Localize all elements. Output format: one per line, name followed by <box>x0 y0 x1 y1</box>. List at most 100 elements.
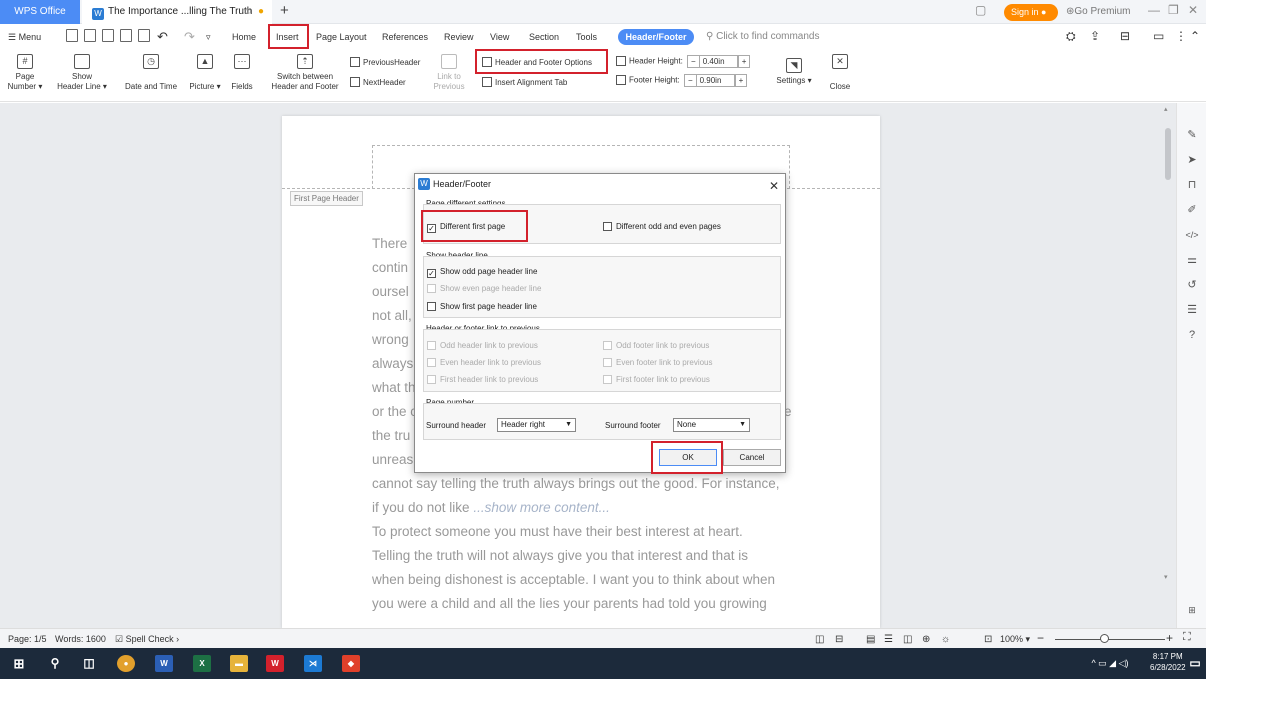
eye-protection-icon[interactable]: ☼ <box>941 634 950 645</box>
tab-section[interactable]: Section <box>529 32 559 42</box>
new-tab-button[interactable]: + <box>280 2 289 19</box>
notification-icon[interactable]: ▭ <box>1186 655 1204 672</box>
layout-icon[interactable]: ▢ <box>975 3 986 17</box>
odd-footer-link-checkbox[interactable]: Odd footer link to previous <box>603 341 709 350</box>
more-options-icon[interactable]: ⋮ <box>1175 29 1187 43</box>
first-footer-link-checkbox[interactable]: First footer link to previous <box>603 375 710 384</box>
tab-page-layout[interactable]: Page Layout <box>316 32 367 42</box>
dialog-close-icon[interactable]: ✕ <box>769 176 779 196</box>
globe-icon[interactable]: ⊕ <box>922 634 930 645</box>
page-view-icon[interactable]: ▤ <box>866 634 875 645</box>
read-mode-icon[interactable]: ◫ <box>903 634 912 645</box>
tab-home[interactable]: Home <box>232 32 256 42</box>
close-header-footer-button[interactable]: ✕ Close <box>826 54 854 92</box>
header-height-input[interactable]: 0.40in <box>699 55 738 68</box>
vertical-scrollbar[interactable]: ▴ ▾ <box>1162 103 1174 628</box>
date-and-time-button[interactable]: ◷ Date and Time <box>120 54 182 92</box>
sliders-icon[interactable]: ⚌ <box>1185 253 1199 267</box>
anydesk-icon[interactable]: ◆ <box>342 655 360 672</box>
save-icon[interactable] <box>84 29 96 42</box>
share-icon[interactable]: ⛭ <box>1066 29 1076 44</box>
task-view-icon[interactable]: ◫ <box>80 655 98 672</box>
windows-start-icon[interactable]: ⊞ <box>10 655 28 672</box>
restore-icon[interactable]: ❐ <box>1168 3 1179 17</box>
footer-height-input[interactable]: 0.90in <box>696 74 735 87</box>
close-window-icon[interactable]: ✕ <box>1188 3 1198 17</box>
show-even-header-line-checkbox[interactable]: Show even page header line <box>427 284 541 293</box>
open-folder-icon[interactable] <box>66 29 78 42</box>
quick-access-dropdown-icon[interactable]: ▿ <box>206 32 211 43</box>
help-icon[interactable]: ? <box>1185 328 1199 342</box>
word-icon[interactable]: W <box>155 655 173 672</box>
outline-icon[interactable]: ☰ <box>1185 303 1199 317</box>
redo-icon[interactable]: ↷ <box>184 29 195 45</box>
surround-header-select[interactable]: Header right ▼ <box>497 418 576 432</box>
tab-tools[interactable]: Tools <box>576 32 597 42</box>
scroll-up-icon[interactable]: ▴ <box>1164 105 1168 113</box>
print-preview-icon[interactable] <box>138 29 150 42</box>
code-icon[interactable]: </> <box>1185 228 1199 242</box>
fullscreen-icon[interactable]: ⛶ <box>1183 631 1191 644</box>
even-footer-link-checkbox[interactable]: Even footer link to previous <box>603 358 713 367</box>
go-premium-button[interactable]: ⊛Go Premium <box>1066 6 1131 17</box>
spell-check-button[interactable]: ☑ Spell Check › <box>115 634 179 645</box>
chrome-icon[interactable]: ● <box>117 655 135 672</box>
web-layout-icon[interactable]: ☰ <box>884 634 893 645</box>
footer-height-decrease[interactable]: − <box>683 74 697 87</box>
comment-icon[interactable]: ▭ <box>1153 29 1164 43</box>
sign-in-button[interactable]: Sign in ● <box>1004 4 1058 21</box>
collaborate-icon[interactable]: ⊟ <box>1120 29 1130 43</box>
show-more-link[interactable]: ...show more content... <box>473 500 610 515</box>
tab-header-footer[interactable]: Header/Footer <box>618 29 694 45</box>
different-odd-even-checkbox[interactable]: Different odd and even pages <box>603 222 721 231</box>
grid-icon[interactable]: ⊞ <box>1185 603 1199 617</box>
review-icon[interactable]: ✐ <box>1185 203 1199 217</box>
fields-button[interactable]: ⋯ Fields <box>228 54 256 92</box>
find-commands-search[interactable]: ⚲ Click to find commands <box>706 31 819 42</box>
cancel-button[interactable]: Cancel <box>723 449 781 466</box>
zoom-out-button[interactable]: − <box>1037 631 1044 645</box>
search-icon[interactable]: ⚲ <box>46 655 64 672</box>
select-cursor-icon[interactable]: ➤ <box>1185 153 1199 167</box>
link-to-previous-button[interactable]: Link to Previous <box>428 54 470 92</box>
system-tray-icons[interactable]: ^ ▭ ◢ ◁) <box>1070 655 1150 672</box>
document-tab[interactable]: W The Importance ...lling The Truth ▭ ● <box>82 0 272 24</box>
undo-icon[interactable]: ↶ <box>157 29 168 45</box>
minimize-icon[interactable]: — <box>1148 3 1160 17</box>
next-header-button[interactable]: NextHeader <box>350 77 406 87</box>
edit-pen-icon[interactable]: ✎ <box>1185 128 1199 142</box>
picture-button[interactable]: ▲ Picture ▾ <box>186 54 224 92</box>
scroll-down-icon[interactable]: ▾ <box>1164 573 1168 581</box>
zoom-slider-knob[interactable] <box>1100 634 1109 643</box>
page-number-button[interactable]: # Page Number ▾ <box>6 54 44 92</box>
history-icon[interactable]: ↺ <box>1185 278 1199 292</box>
odd-header-link-checkbox[interactable]: Odd header link to previous <box>427 341 538 350</box>
tab-references[interactable]: References <box>382 32 428 42</box>
zoom-slider-track[interactable] <box>1055 639 1165 640</box>
zoom-in-button[interactable]: + <box>1166 631 1173 645</box>
outline-view-icon[interactable]: ⊟ <box>835 634 843 645</box>
header-height-increase[interactable]: + <box>737 55 751 68</box>
zoom-level-dropdown[interactable]: 100% ▾ <box>1000 634 1030 645</box>
settings-button[interactable]: ◥ Settings ▾ <box>772 58 816 86</box>
file-explorer-icon[interactable]: ▬ <box>230 655 248 672</box>
header-height-decrease[interactable]: − <box>687 55 700 68</box>
tab-review[interactable]: Review <box>444 32 474 42</box>
first-header-link-checkbox[interactable]: First header link to previous <box>427 375 538 384</box>
show-header-line-button[interactable]: Show Header Line ▾ <box>52 54 112 92</box>
export-icon[interactable] <box>102 29 114 42</box>
word-count[interactable]: Words: 1600 <box>55 634 106 644</box>
upload-icon[interactable]: ⇪ <box>1090 29 1100 43</box>
previous-header-button[interactable]: PreviousHeader <box>350 57 420 67</box>
scrollbar-thumb[interactable] <box>1165 128 1171 180</box>
vscode-icon[interactable]: ⋊ <box>304 655 322 672</box>
collapse-ribbon-icon[interactable]: ⌃ <box>1190 29 1200 43</box>
taskbar-clock[interactable]: 8:17 PM 6/28/2022 <box>1150 651 1186 673</box>
wps-office-tab[interactable]: WPS Office <box>0 0 80 24</box>
switch-header-footer-button[interactable]: ⇡ Switch between Header and Footer <box>266 54 344 92</box>
insert-alignment-tab-button[interactable]: Insert Alignment Tab <box>482 77 567 87</box>
show-first-header-line-checkbox[interactable]: Show first page header line <box>427 302 537 311</box>
excel-icon[interactable]: X <box>193 655 211 672</box>
even-header-link-checkbox[interactable]: Even header link to previous <box>427 358 541 367</box>
fit-page-icon[interactable]: ⊡ <box>984 634 992 645</box>
